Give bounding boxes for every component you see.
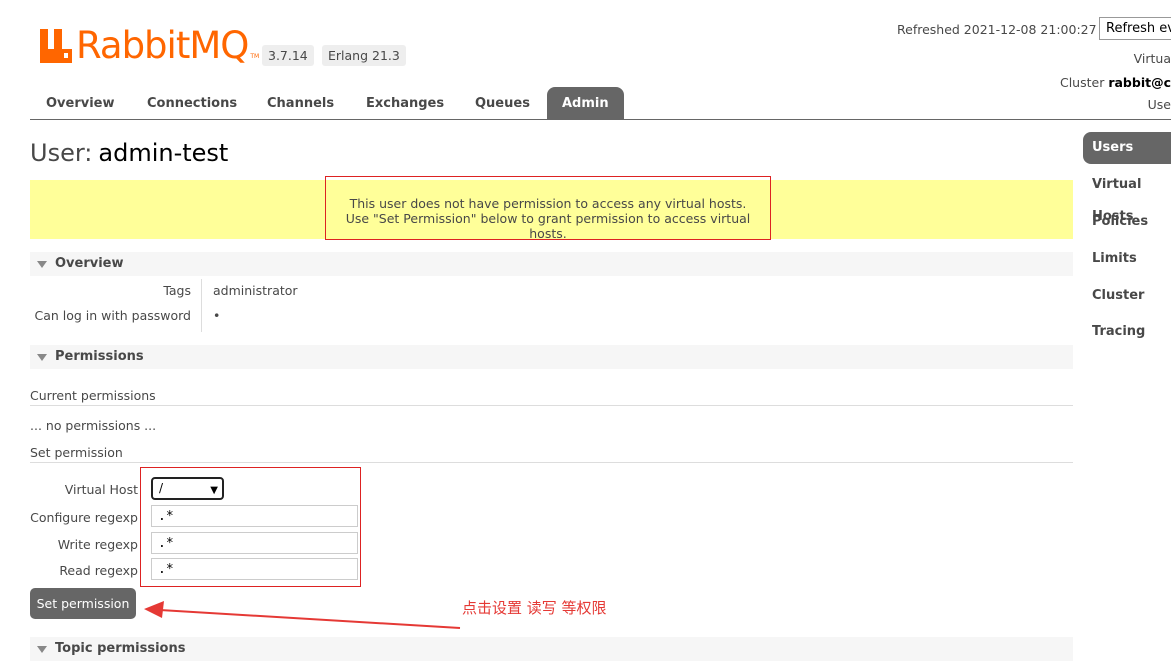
sidebar-item-limits[interactable]: Limits xyxy=(1083,243,1171,275)
annotation-arrow-icon xyxy=(144,601,461,629)
collapse-triangle-icon xyxy=(37,354,47,361)
warning-line-2: Use "Set Permission" below to grant perm… xyxy=(345,211,751,241)
login-value: • xyxy=(213,308,221,323)
logo-text: RabbitMQ xyxy=(76,24,249,67)
sidebar-item-virtual-hosts[interactable]: Virtual Hosts xyxy=(1083,169,1171,224)
sidebar-item-users[interactable]: Users xyxy=(1083,132,1171,164)
tab-exchanges[interactable]: Exchanges xyxy=(351,87,459,119)
sidebar-item-policies[interactable]: Policies xyxy=(1083,206,1171,238)
permissions-section-label: Permissions xyxy=(55,349,144,364)
topic-permissions-section-header[interactable]: Topic permissions xyxy=(30,637,1073,661)
tab-connections[interactable]: Connections xyxy=(132,87,252,119)
page-title-prefix: User: xyxy=(30,139,93,167)
collapse-triangle-icon xyxy=(37,261,47,268)
set-permission-title: Set permission xyxy=(30,445,1073,463)
tab-admin[interactable]: Admin xyxy=(547,87,624,119)
erlang-badge: Erlang 21.3 xyxy=(322,45,406,66)
login-label: Can log in with password xyxy=(34,308,191,323)
tab-queues[interactable]: Queues xyxy=(460,87,545,119)
rabbitmq-logo[interactable]: RabbitMQ TM xyxy=(40,26,259,66)
tags-value: administrator xyxy=(213,283,298,298)
overview-section-label: Overview xyxy=(55,256,124,271)
tags-label: Tags xyxy=(163,283,191,298)
page-title-username: admin-test xyxy=(98,139,229,167)
main-tabs: Overview Connections Channels Exchanges … xyxy=(30,87,1171,120)
set-permission-button[interactable]: Set permission xyxy=(30,588,136,619)
read-regexp-label: Read regexp xyxy=(59,563,138,578)
collapse-triangle-icon xyxy=(37,646,47,653)
sidebar-item-cluster[interactable]: Cluster xyxy=(1083,280,1171,312)
vhost-select-value: / xyxy=(159,481,164,495)
warning-line-1: This user does not have permission to ac… xyxy=(349,196,747,211)
warning-message: This user does not have permission to ac… xyxy=(325,176,771,241)
virtual-host-label: Virtua xyxy=(1133,51,1171,66)
refreshed-timestamp: Refreshed 2021-12-08 21:00:27 xyxy=(897,22,1097,37)
write-regexp-label: Write regexp xyxy=(57,537,138,552)
vhost-select[interactable]: / ▼ xyxy=(151,477,224,500)
page-title: User: admin-test xyxy=(30,139,228,167)
overview-section-header[interactable]: Overview xyxy=(30,252,1073,276)
sidebar-item-tracing[interactable]: Tracing xyxy=(1083,316,1171,348)
topic-permissions-section-label: Topic permissions xyxy=(55,641,186,656)
tab-channels[interactable]: Channels xyxy=(252,87,349,119)
configure-regexp-input[interactable] xyxy=(151,505,358,527)
annotation-text: 点击设置 读写 等权限 xyxy=(462,599,607,617)
read-regexp-input[interactable] xyxy=(151,558,358,580)
current-permissions-title: Current permissions xyxy=(30,388,1073,406)
tab-overview[interactable]: Overview xyxy=(31,87,130,119)
version-badge: 3.7.14 xyxy=(262,45,314,66)
chevron-down-icon: ▼ xyxy=(210,485,218,496)
vhost-label: Virtual Host xyxy=(64,482,138,497)
no-permissions-text: ... no permissions ... xyxy=(30,418,157,433)
refresh-interval-select[interactable]: Refresh ev xyxy=(1099,17,1171,40)
permissions-section-header[interactable]: Permissions xyxy=(30,345,1073,369)
overview-divider xyxy=(201,279,202,332)
configure-regexp-label: Configure regexp xyxy=(30,510,138,525)
rabbit-logo-icon xyxy=(40,29,72,63)
write-regexp-input[interactable] xyxy=(151,532,358,554)
logo-tm: TM xyxy=(250,53,260,60)
